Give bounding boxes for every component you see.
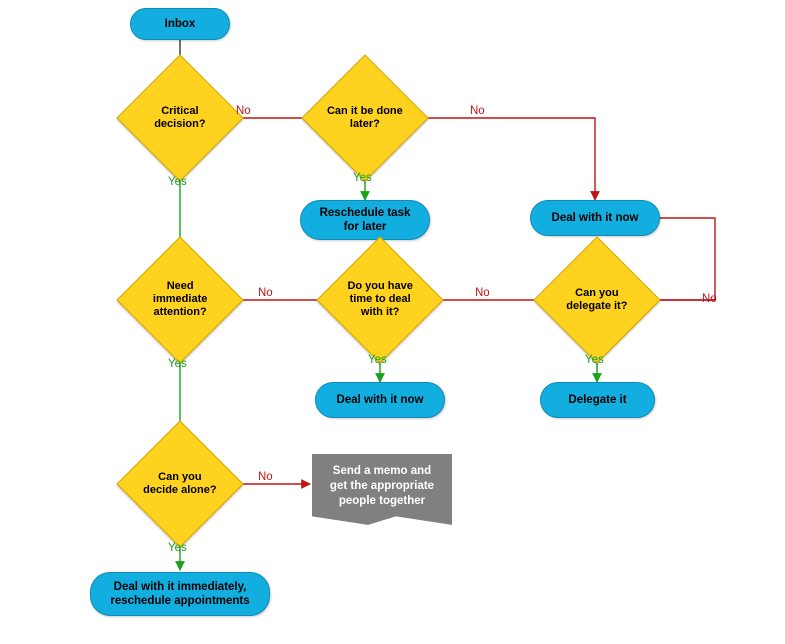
node-label: Need immediate attention? — [153, 280, 207, 318]
node-label: Delegate it — [568, 393, 626, 407]
node-inbox: Inbox — [130, 8, 230, 40]
node-label: Can you delegate it? — [566, 287, 627, 312]
node-label: Deal with it immediately, reschedule app… — [101, 580, 259, 609]
node-deal-immediate: Deal with it immediately, reschedule app… — [90, 572, 270, 616]
node-decide-alone: Can you decide alone? — [116, 420, 243, 547]
node-label: Deal with it now — [337, 393, 424, 407]
edge-label-yes: Yes — [168, 176, 187, 188]
node-label: Critical decision? — [154, 105, 205, 130]
edge-label-yes: Yes — [168, 542, 187, 554]
edge-label-yes: Yes — [368, 354, 387, 366]
node-have-time: Do you have time to deal with it? — [316, 236, 443, 363]
edge-label-no: No — [258, 471, 273, 483]
edge-label-no: No — [470, 105, 485, 117]
node-delegate-it: Delegate it — [540, 382, 655, 418]
edge-label-no: No — [236, 105, 251, 117]
edge-label-yes: Yes — [168, 358, 187, 370]
edge-label-no: No — [702, 293, 717, 305]
node-label: Can you decide alone? — [143, 471, 216, 496]
edge-label-no: No — [475, 287, 490, 299]
node-label: Deal with it now — [552, 211, 639, 225]
node-can-later: Can it be done later? — [301, 54, 428, 181]
node-need-attention: Need immediate attention? — [116, 236, 243, 363]
node-label: Reschedule task for later — [311, 206, 419, 235]
edge-label-yes: Yes — [353, 172, 372, 184]
node-critical-decision: Critical decision? — [116, 54, 243, 181]
node-can-delegate: Can you delegate it? — [533, 236, 660, 363]
node-label: Inbox — [165, 17, 196, 31]
edge-label-no: No — [258, 287, 273, 299]
node-send-memo: Send a memo and get the appropriate peop… — [312, 454, 452, 525]
node-label: Can it be done later? — [327, 105, 403, 130]
node-deal-now-upper: Deal with it now — [530, 200, 660, 236]
node-reschedule-later: Reschedule task for later — [300, 200, 430, 240]
node-deal-now-middle: Deal with it now — [315, 382, 445, 418]
node-label: Send a memo and get the appropriate peop… — [324, 464, 440, 509]
node-label: Do you have time to deal with it? — [347, 280, 412, 318]
edge-label-yes: Yes — [585, 354, 604, 366]
